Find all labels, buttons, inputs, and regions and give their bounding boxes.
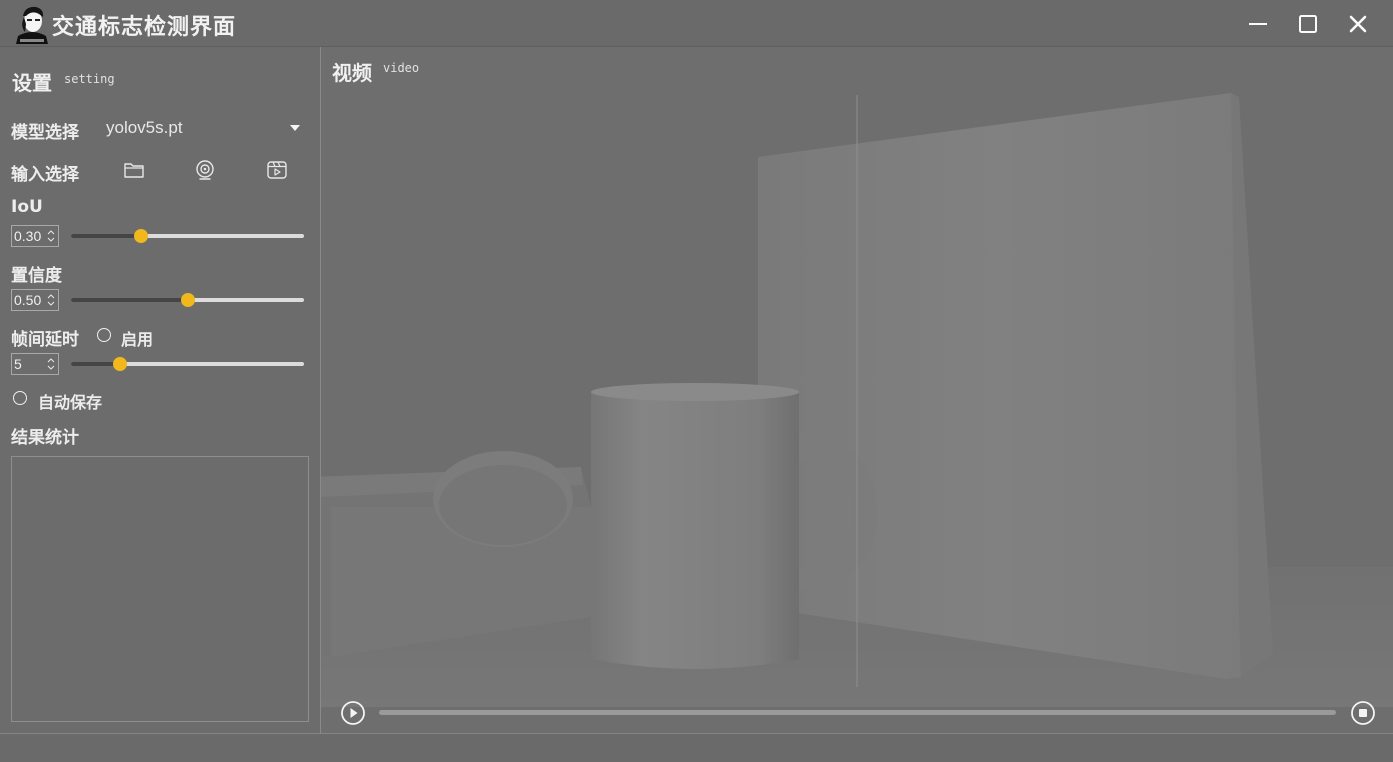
delay-value: 5 xyxy=(14,356,22,372)
webcam-icon[interactable] xyxy=(193,158,217,182)
confidence-spinbox[interactable]: 0.50 xyxy=(11,289,59,311)
stats-label: 结果统计 xyxy=(11,428,79,448)
maximize-icon[interactable] xyxy=(1296,12,1320,36)
chevron-down-icon xyxy=(290,125,300,131)
close-icon[interactable] xyxy=(1346,12,1370,36)
settings-panel: 设置 setting 模型选择 yolov5s.pt 输入选择 IoU 0.30… xyxy=(0,47,321,733)
auto-save-radio[interactable] xyxy=(13,391,27,405)
confidence-value: 0.50 xyxy=(14,292,42,308)
app-title: 交通标志检测界面 xyxy=(52,15,237,40)
slider-handle[interactable] xyxy=(180,293,195,307)
slider-handle[interactable] xyxy=(112,357,127,371)
delay-spinbox[interactable]: 5 xyxy=(11,353,59,375)
app-logo-icon xyxy=(14,4,50,44)
folder-icon[interactable] xyxy=(122,158,146,182)
settings-title: 设置 xyxy=(12,71,52,95)
spin-arrows-icon[interactable] xyxy=(47,227,55,245)
enable-delay-label[interactable]: 启用 xyxy=(121,326,153,350)
confidence-label: 置信度 xyxy=(11,266,62,286)
model-label: 模型选择 xyxy=(11,123,79,143)
stop-icon[interactable] xyxy=(1350,700,1376,726)
enable-delay-radio[interactable] xyxy=(97,328,111,342)
frame-delay-label: 帧间延时 xyxy=(11,330,79,350)
slider-fill xyxy=(71,298,188,302)
video-progress-bar[interactable] xyxy=(379,710,1336,715)
spin-arrows-icon[interactable] xyxy=(47,291,55,309)
video-display xyxy=(321,87,1393,707)
input-label: 输入选择 xyxy=(11,165,79,185)
play-icon[interactable] xyxy=(340,700,366,726)
auto-save-label[interactable]: 自动保存 xyxy=(38,389,102,413)
confidence-slider[interactable] xyxy=(71,292,304,308)
iou-label: IoU xyxy=(11,197,43,217)
video-file-icon[interactable] xyxy=(265,158,289,182)
video-subtitle: video xyxy=(383,61,420,75)
model-select-value: yolov5s.pt xyxy=(106,118,183,137)
video-panel: 视频 video xyxy=(321,47,1393,733)
results-stats-box xyxy=(11,456,309,722)
model-select[interactable]: yolov5s.pt xyxy=(100,115,308,143)
status-bar xyxy=(0,733,1393,762)
iou-value: 0.30 xyxy=(14,228,42,244)
slider-fill xyxy=(71,234,141,238)
iou-slider[interactable] xyxy=(71,228,304,244)
delay-slider[interactable] xyxy=(71,356,304,372)
iou-spinbox[interactable]: 0.30 xyxy=(11,225,59,247)
title-bar: 交通标志检测界面 xyxy=(0,0,1393,47)
settings-subtitle: setting xyxy=(64,72,115,86)
spin-arrows-icon[interactable] xyxy=(47,355,55,373)
video-title: 视频 xyxy=(332,61,372,85)
minimize-icon[interactable] xyxy=(1246,12,1270,36)
slider-handle[interactable] xyxy=(133,229,148,243)
